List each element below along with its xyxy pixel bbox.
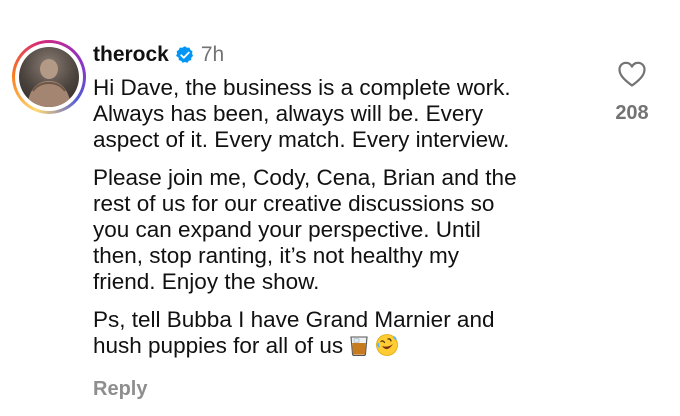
comment-paragraph-last: Ps, tell Bubba I have Grand Marnier and … — [93, 307, 593, 359]
timestamp: 7h — [200, 43, 225, 66]
comment: therock 7h Hi Dave, the business is a co… — [0, 0, 680, 416]
comment-paragraph: Hi Dave, the business is a complete work… — [93, 75, 511, 152]
rolling-on-floor-laughing-icon — [376, 334, 399, 356]
reply-button[interactable]: Reply — [93, 378, 147, 401]
like-count: 208 — [615, 102, 649, 124]
avatar[interactable] — [12, 40, 86, 114]
like-control: 208 — [612, 60, 652, 125]
comment-paragraph: Please join me, Cody, Cena, Brian and th… — [93, 165, 517, 294]
comment-text: Hi Dave, the business is a complete work… — [93, 75, 593, 371]
tumbler-glass-icon — [350, 336, 368, 357]
avatar-person-icon — [27, 59, 71, 107]
heart-icon[interactable] — [617, 60, 647, 88]
comment-header: therock 7h — [93, 40, 224, 70]
avatar-photo — [19, 47, 79, 107]
verified-badge-icon — [175, 46, 193, 63]
comment-paragraph-text: Ps, tell Bubba I have Grand Marnier and … — [93, 307, 495, 358]
username[interactable]: therock — [93, 43, 169, 67]
